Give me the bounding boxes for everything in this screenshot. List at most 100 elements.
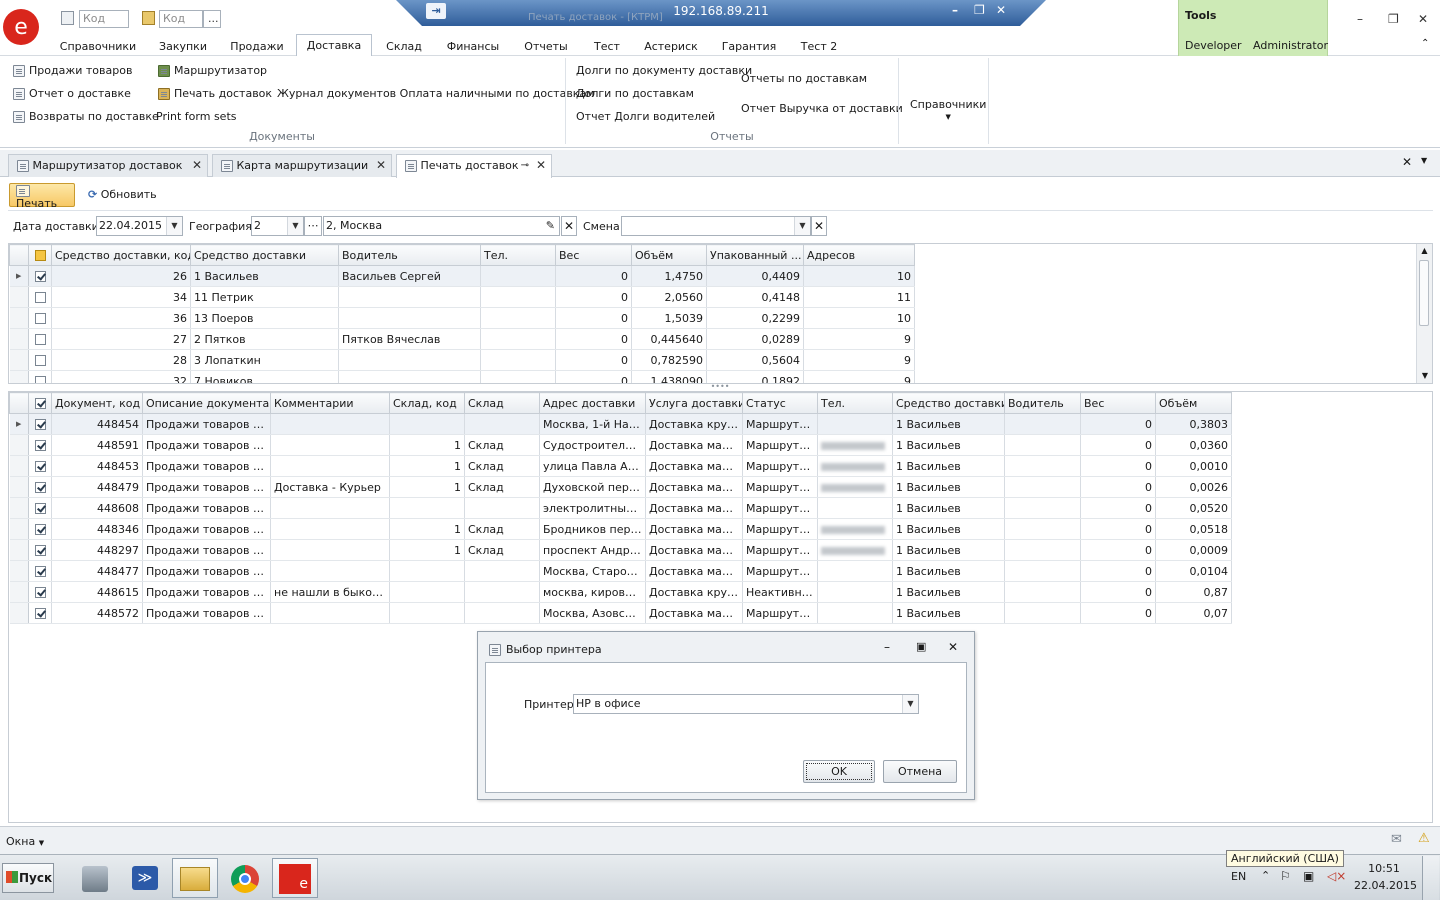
- document-row[interactable]: 448453 Продажи товаров (П... 1 Склад улица П…: [9, 455, 1232, 477]
- row-checkbox[interactable]: [28, 307, 52, 329]
- vehicles-col-header[interactable]: Водитель: [338, 244, 481, 266]
- row-checkbox[interactable]: [28, 328, 52, 350]
- document-row[interactable]: 448591 Продажи товаров (П... 1 Склад Судостр…: [9, 434, 1232, 456]
- ribbon-pechat-dostavok[interactable]: Печать доставок: [158, 87, 272, 101]
- pin-tab-icon[interactable]: ⊸: [521, 155, 529, 176]
- documents-col-header[interactable]: Средство доставки: [892, 392, 1005, 414]
- doc-tab-marshrutizator[interactable]: Маршрутизатор доставок ✕: [8, 154, 208, 177]
- row-checkbox[interactable]: [28, 539, 52, 561]
- documents-col-header[interactable]: Склад, код: [389, 392, 465, 414]
- vehicle-row[interactable]: 28 3 Лопаткин 0 0,782590 0,5604 9: [9, 349, 915, 371]
- show-desktop-button[interactable]: [1422, 856, 1439, 900]
- geo-code-field[interactable]: 2 ▼: [251, 216, 304, 236]
- row-checkbox[interactable]: [28, 602, 52, 624]
- vehicles-col-header[interactable]: Адресов: [803, 244, 915, 266]
- vehicles-scrollbar[interactable]: ▲ ▼: [1416, 244, 1432, 383]
- ribbon-vozvraty[interactable]: Возвраты по доставке: [13, 110, 159, 124]
- taskbar-app-erp[interactable]: e: [272, 858, 318, 898]
- tab-sklad[interactable]: Склад: [380, 37, 428, 56]
- taskbar-app-powershell[interactable]: ≫: [122, 858, 168, 898]
- row-checkbox[interactable]: [28, 413, 52, 435]
- language-indicator[interactable]: EN: [1231, 870, 1246, 883]
- row-indicator[interactable]: [9, 307, 29, 329]
- tab-asterisk[interactable]: Астериск: [640, 37, 702, 56]
- vehicles-col-header[interactable]: Вес: [555, 244, 632, 266]
- document-row[interactable]: 448572 Продажи товаров (П... Москва, Азовс…: [9, 602, 1232, 624]
- row-indicator[interactable]: ▶: [9, 265, 29, 287]
- scroll-up-icon[interactable]: ▲: [1417, 244, 1432, 258]
- date-field[interactable]: 22.04.2015 ▼: [96, 216, 183, 236]
- select-all-checkbox[interactable]: [28, 392, 52, 414]
- start-button[interactable]: Пуск: [2, 863, 54, 893]
- row-indicator[interactable]: ▶: [9, 413, 29, 435]
- vehicles-col-header[interactable]: Упакованный ...: [706, 244, 804, 266]
- row-checkbox[interactable]: [28, 434, 52, 456]
- row-indicator[interactable]: [9, 581, 29, 603]
- collapse-ribbon-icon[interactable]: ⌃: [1421, 38, 1429, 49]
- taskbar-app-explorer[interactable]: [172, 858, 218, 898]
- row-checkbox[interactable]: [28, 349, 52, 371]
- document-row[interactable]: 448297 Продажи товаров (П... 1 Склад проспек…: [9, 539, 1232, 561]
- row-indicator[interactable]: [9, 370, 29, 383]
- document-row[interactable]: 448479 Продажи товаров (П... Доставка - Ку…: [9, 476, 1232, 498]
- ribbon-dolgi-po-dostavkam[interactable]: Долги по доставкам: [576, 87, 694, 101]
- vehicles-col-header[interactable]: Объём: [631, 244, 707, 266]
- row-indicator[interactable]: [9, 455, 29, 477]
- vehicles-col-header[interactable]: Средство доставки: [190, 244, 339, 266]
- documents-col-header[interactable]: Тел.: [817, 392, 893, 414]
- row-checkbox[interactable]: [28, 265, 52, 287]
- row-indicator[interactable]: [9, 497, 29, 519]
- vehicle-row[interactable]: 32 7 Новиков 0 1,438090 0,1892 9: [9, 370, 915, 383]
- documents-col-header[interactable]: Объём: [1155, 392, 1232, 414]
- close-tab-icon[interactable]: ✕: [536, 155, 546, 176]
- documents-col-header[interactable]: Описание документа: [142, 392, 271, 414]
- ribbon-prodazhi-tovarov[interactable]: Продажи товаров: [13, 64, 132, 78]
- row-indicator[interactable]: [9, 434, 29, 456]
- refresh-button[interactable]: ⟳ Обновить: [88, 188, 157, 201]
- tab-test-2[interactable]: Тест 2: [794, 37, 844, 56]
- row-indicator[interactable]: [9, 518, 29, 540]
- close-tab-icon[interactable]: ✕: [192, 155, 202, 176]
- documents-col-header[interactable]: Адрес доставки: [539, 392, 646, 414]
- tab-dostavka[interactable]: Доставка: [296, 34, 372, 56]
- ribbon-marshrutizator[interactable]: Маршрутизатор: [158, 64, 267, 78]
- ribbon-otchet-dolgi-voditeley[interactable]: Отчет Долги водителей: [576, 110, 715, 124]
- row-indicator[interactable]: [9, 560, 29, 582]
- row-indicator[interactable]: [9, 602, 29, 624]
- clear-geo-button[interactable]: ✕: [561, 216, 577, 236]
- chevron-down-icon[interactable]: ▼: [287, 217, 303, 235]
- edit-icon[interactable]: ✎: [546, 217, 555, 235]
- vehicle-row[interactable]: 36 13 Поеров 0 1,5039 0,2299 10: [9, 307, 915, 329]
- action-center-flag-icon[interactable]: ⚐: [1280, 869, 1291, 883]
- dialog-maximize-icon[interactable]: ▣: [916, 640, 926, 653]
- vehicle-row[interactable]: 34 11 Петрик 0 2,0560 0,4148 11: [9, 286, 915, 308]
- select-all-checkbox[interactable]: [28, 244, 52, 266]
- close-all-icon[interactable]: ✕: [1402, 155, 1412, 169]
- doc-tab-pechat[interactable]: Печать доставок ⊸ ✕: [396, 154, 552, 178]
- chevron-down-icon[interactable]: ▼: [794, 217, 810, 235]
- row-indicator[interactable]: [9, 476, 29, 498]
- ribbon-spravochniki-dropdown[interactable]: Справочники ▼: [910, 98, 986, 122]
- dialog-minimize-icon[interactable]: –: [884, 640, 890, 654]
- row-checkbox[interactable]: [28, 476, 52, 498]
- dialog-close-icon[interactable]: ✕: [948, 640, 958, 654]
- warning-icon[interactable]: ⚠: [1418, 831, 1430, 846]
- scroll-thumb[interactable]: [1419, 260, 1429, 326]
- cancel-button[interactable]: Отмена: [883, 760, 957, 783]
- tab-test[interactable]: Тест: [586, 37, 628, 56]
- documents-col-header[interactable]: Вес: [1080, 392, 1156, 414]
- row-indicator[interactable]: [9, 349, 29, 371]
- tray-expand-icon[interactable]: ⌃: [1261, 869, 1270, 882]
- vehicles-col-header[interactable]: Средство доставки, код: [51, 244, 191, 266]
- documents-col-header[interactable]: Статус: [742, 392, 818, 414]
- volume-muted-icon[interactable]: ◁×: [1327, 869, 1346, 883]
- row-indicator[interactable]: [9, 286, 29, 308]
- row-checkbox[interactable]: [28, 286, 52, 308]
- row-checkbox[interactable]: [28, 581, 52, 603]
- ribbon-otchet-vyruchka[interactable]: Отчет Выручка от доставки: [741, 102, 903, 116]
- shift-field[interactable]: ▼: [621, 216, 811, 236]
- row-checkbox[interactable]: [28, 560, 52, 582]
- tab-list-icon[interactable]: ▼: [1421, 156, 1427, 165]
- tab-garantiya[interactable]: Гарантия: [716, 37, 782, 56]
- documents-col-header[interactable]: Комментарии: [270, 392, 390, 414]
